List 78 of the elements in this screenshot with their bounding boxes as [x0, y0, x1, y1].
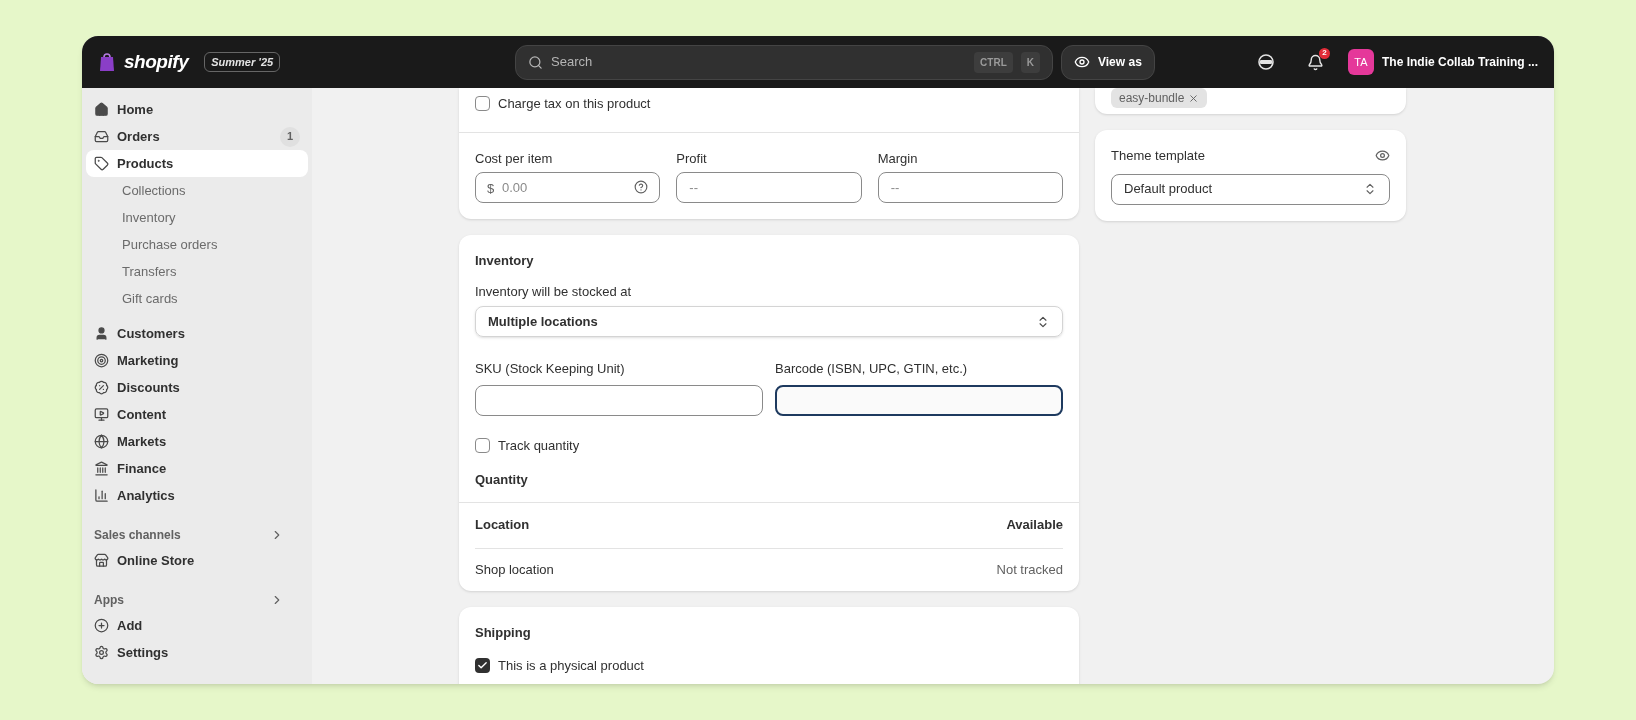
- inbox-icon: [94, 129, 109, 144]
- checkbox[interactable]: [475, 658, 490, 674]
- checkbox[interactable]: [475, 437, 490, 453]
- sidebar-item[interactable]: Products: [86, 150, 308, 177]
- section-heading: Apps: [94, 592, 125, 609]
- store-name[interactable]: The Indie Collab Training ...: [1382, 53, 1538, 71]
- input-field[interactable]: [775, 384, 1063, 416]
- table-cell-text: Shop location: [475, 560, 554, 579]
- column-header: Location: [475, 516, 530, 535]
- field-label: Inventory will be stocked at: [475, 282, 633, 301]
- logo[interactable]: shopify: [124, 47, 189, 77]
- store-icon: [94, 553, 109, 568]
- sidebar-item[interactable]: Finance: [86, 455, 308, 482]
- section-title: Quantity: [475, 471, 529, 489]
- percent-badge-icon: [94, 380, 109, 395]
- sidebar-item[interactable]: Settings: [86, 639, 308, 666]
- keyboard-key: CTRL: [974, 51, 1013, 73]
- globe-icon: [94, 434, 109, 449]
- field-label: Profit: [676, 149, 708, 168]
- eye-icon: [1074, 54, 1090, 70]
- plus-circle-icon: [94, 618, 109, 633]
- sidebar-item[interactable]: Orders 1: [86, 123, 308, 150]
- table-cell-text: Not tracked: [996, 560, 1063, 579]
- input-field[interactable]: --: [877, 172, 1063, 203]
- input-field[interactable]: [475, 384, 763, 416]
- template-select[interactable]: Default product: [1111, 173, 1390, 205]
- checkbox[interactable]: [475, 96, 490, 112]
- count-badge: 1: [280, 126, 300, 147]
- bank-icon: [94, 461, 109, 476]
- edition-badge: Summer '25: [204, 51, 281, 73]
- remove-icon[interactable]: [1188, 92, 1200, 104]
- sidebar-subitem[interactable]: Collections: [86, 177, 308, 204]
- home-icon: [94, 102, 109, 117]
- column-header: Available: [1006, 516, 1063, 535]
- notification-count-badge: 2: [1319, 47, 1330, 59]
- eye-icon[interactable]: [1375, 148, 1390, 164]
- search-field[interactable]: Search CTRL K: [515, 44, 1053, 80]
- checkbox-label: Track quantity: [498, 436, 580, 455]
- sidebar-item[interactable]: Home: [86, 96, 308, 123]
- monitor-icon: [94, 407, 109, 422]
- sidebar-item[interactable]: Discounts: [86, 374, 308, 401]
- view-as-button[interactable]: View as: [1061, 44, 1155, 80]
- field-label: Cost per item: [475, 149, 554, 168]
- card-title: Shipping: [475, 623, 532, 642]
- sidebar-subitem[interactable]: Purchase orders: [86, 231, 308, 258]
- location-select[interactable]: Multiple locations: [475, 306, 1063, 337]
- field-label: SKU (Stock Keeping Unit): [475, 360, 626, 378]
- sidebar-item[interactable]: Analytics: [86, 482, 308, 509]
- sidebar-subitem[interactable]: Transfers: [86, 258, 308, 285]
- sidebar-item[interactable]: Content: [86, 401, 308, 428]
- settings-icon: [94, 645, 109, 660]
- sidebar-item[interactable]: Marketing: [86, 347, 308, 374]
- sidebar-subitem[interactable]: Inventory: [86, 204, 308, 231]
- sidebar-subitem[interactable]: Gift cards: [86, 285, 308, 312]
- notification-bell-icon[interactable]: [1307, 53, 1324, 71]
- checkbox-label: This is a physical product: [498, 657, 644, 675]
- sidebar-item[interactable]: Customers: [86, 320, 308, 347]
- help-icon[interactable]: [634, 180, 649, 194]
- tag-icon: [94, 156, 109, 171]
- store-avatar[interactable]: TA: [1348, 49, 1374, 75]
- bar-chart-icon: [94, 488, 109, 503]
- input-field[interactable]: --: [676, 172, 862, 203]
- card-title: Inventory: [475, 252, 535, 270]
- sidebar-item[interactable]: Add: [86, 612, 308, 639]
- field-label: Barcode (ISBN, UPC, GTIN, etc.): [775, 360, 969, 378]
- tag-chip[interactable]: easy-bundle: [1111, 88, 1208, 108]
- checkbox-label: Charge tax on this product: [498, 95, 651, 113]
- field-label: Theme template: [1111, 147, 1205, 165]
- keyboard-key: K: [1020, 51, 1040, 73]
- shopping-bag-icon: [98, 52, 116, 72]
- currency-symbol: $: [487, 180, 495, 198]
- person-icon: [94, 326, 109, 341]
- sidebar-item[interactable]: Online Store: [86, 547, 308, 574]
- section-heading: Sales channels: [94, 527, 182, 544]
- field-label: Margin: [877, 149, 919, 168]
- target-icon: [94, 353, 109, 368]
- search-icon: [528, 54, 543, 70]
- sidebar-item[interactable]: Markets: [86, 428, 308, 455]
